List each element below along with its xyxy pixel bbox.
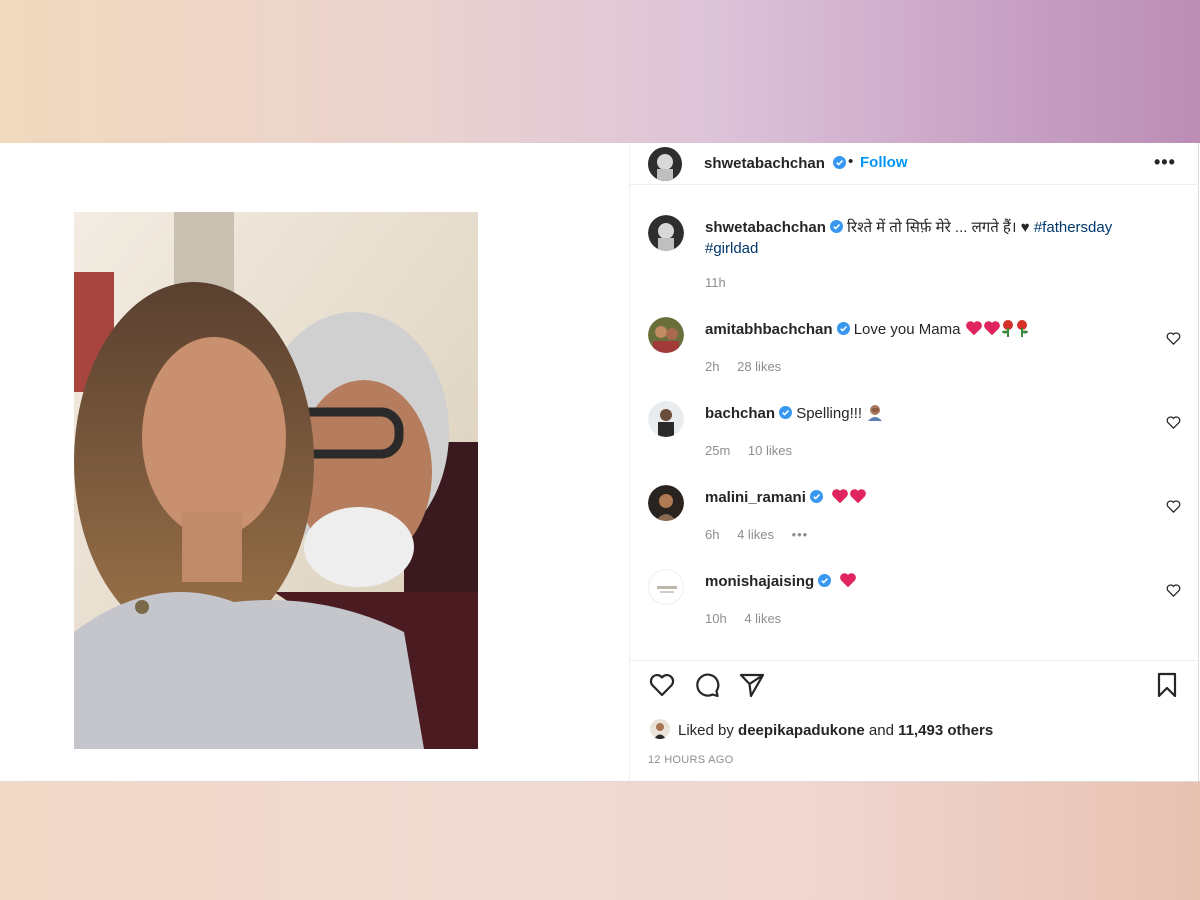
- hashtag-girldad[interactable]: #girldad: [705, 240, 758, 257]
- heart-icon[interactable]: [1166, 583, 1181, 598]
- caption-meta: 11h: [705, 275, 740, 290]
- red-heart-emoji: [983, 321, 1000, 336]
- comment-time[interactable]: 2h: [705, 359, 719, 374]
- comment-username[interactable]: amitabhbachchan: [705, 321, 833, 338]
- comment-time[interactable]: 10h: [705, 611, 727, 626]
- paper-plane-icon[interactable]: [738, 671, 766, 699]
- heart-icon[interactable]: [1166, 415, 1181, 430]
- likes-summary: Liked by deepikapadukone and 11,493 othe…: [650, 719, 993, 739]
- comment-avatar[interactable]: [648, 485, 684, 521]
- liker-username[interactable]: deepikapadukone: [738, 722, 865, 739]
- verified-badge-icon: [809, 490, 823, 503]
- author-username-row[interactable]: shwetabachchan: [704, 155, 847, 172]
- instagram-post: shwetabachchan • Follow ••• shwetabachch…: [0, 143, 1199, 782]
- caption-avatar[interactable]: [648, 215, 684, 251]
- comment-avatar[interactable]: [648, 317, 684, 353]
- red-heart-emoji: [965, 321, 982, 336]
- follow-button[interactable]: Follow: [860, 154, 908, 171]
- post-header: shwetabachchan • Follow •••: [630, 143, 1199, 185]
- post-media: [0, 143, 628, 781]
- hashtag-fathersday[interactable]: #fathersday: [1034, 219, 1112, 236]
- likes-count[interactable]: 11,493 others: [898, 722, 993, 739]
- verified-badge-icon: [779, 406, 793, 419]
- comment-body: Love you Mama: [853, 321, 961, 338]
- comment-bubble-icon[interactable]: [693, 671, 721, 699]
- heart-icon[interactable]: [1166, 331, 1181, 346]
- comment-more-icon[interactable]: •••: [792, 527, 809, 542]
- post-timestamp[interactable]: 12 HOURS AGO: [648, 754, 734, 766]
- comment-username[interactable]: malini_ramani: [705, 489, 806, 506]
- background-top: [0, 0, 1200, 143]
- comment-username[interactable]: bachchan: [705, 405, 775, 422]
- header-separator: •: [848, 153, 854, 170]
- comments-list: shwetabachchan रिश्ते में तो सिर्फ़ मेरे…: [630, 185, 1199, 659]
- comment-meta: 2h 28 likes: [705, 359, 795, 374]
- red-heart-emoji: [840, 573, 857, 588]
- more-options-icon[interactable]: •••: [1154, 152, 1176, 173]
- heart-icon[interactable]: [648, 671, 676, 699]
- comment-meta: 10h 4 likes: [705, 611, 795, 626]
- red-heart-emoji: [850, 489, 866, 504]
- heart-icon[interactable]: [1166, 499, 1181, 514]
- post-photo[interactable]: [74, 212, 478, 749]
- comment-username[interactable]: monishajaising: [705, 573, 814, 590]
- caption-text: shwetabachchan रिश्ते में तो सिर्फ़ मेरे…: [705, 217, 1155, 259]
- post-sidebar: shwetabachchan • Follow ••• shwetabachch…: [629, 143, 1199, 781]
- comment-likes[interactable]: 28 likes: [737, 359, 781, 374]
- background-bottom: [0, 781, 1200, 900]
- rose-emoji: [1016, 320, 1028, 337]
- verified-badge-icon: [829, 220, 843, 233]
- comment-likes[interactable]: 4 likes: [737, 527, 774, 542]
- comment-body: Spelling!!!: [796, 405, 863, 422]
- liked-by-label: Liked by: [678, 722, 734, 739]
- post-actions: Liked by deepikapadukone and 11,493 othe…: [630, 660, 1199, 782]
- verified-badge-icon: [836, 322, 850, 335]
- comment-likes[interactable]: 10 likes: [748, 443, 792, 458]
- comment-text: amitabhbachchan Love you Mama: [705, 319, 1155, 340]
- verified-badge-icon: [833, 156, 847, 169]
- rose-emoji: [1001, 320, 1013, 337]
- comment-avatar[interactable]: [648, 569, 684, 605]
- comment-avatar[interactable]: [648, 401, 684, 437]
- and-label: and: [868, 722, 894, 739]
- comment-meta: 25m 10 likes: [705, 443, 806, 458]
- liker-avatar[interactable]: [650, 719, 670, 739]
- comment-text: bachchan Spelling!!!: [705, 403, 1155, 424]
- bookmark-icon[interactable]: [1153, 671, 1181, 699]
- comment-likes[interactable]: 4 likes: [744, 611, 781, 626]
- red-heart-emoji: [832, 489, 848, 504]
- comment-time[interactable]: 6h: [705, 527, 719, 542]
- author-username[interactable]: shwetabachchan: [704, 155, 825, 172]
- facepalm-emoji: [868, 405, 883, 421]
- comment-text: malini_ramani: [705, 487, 1155, 508]
- author-avatar[interactable]: [648, 147, 682, 181]
- verified-badge-icon: [818, 574, 832, 587]
- comment-time[interactable]: 25m: [705, 443, 730, 458]
- caption-time[interactable]: 11h: [705, 275, 726, 290]
- comment-text: monishajaising: [705, 571, 1155, 592]
- caption-username[interactable]: shwetabachchan: [705, 219, 826, 236]
- comment-meta: 6h 4 likes •••: [705, 527, 822, 542]
- caption-body: रिश्ते में तो सिर्फ़ मेरे ... लगते हैं। …: [847, 219, 1030, 236]
